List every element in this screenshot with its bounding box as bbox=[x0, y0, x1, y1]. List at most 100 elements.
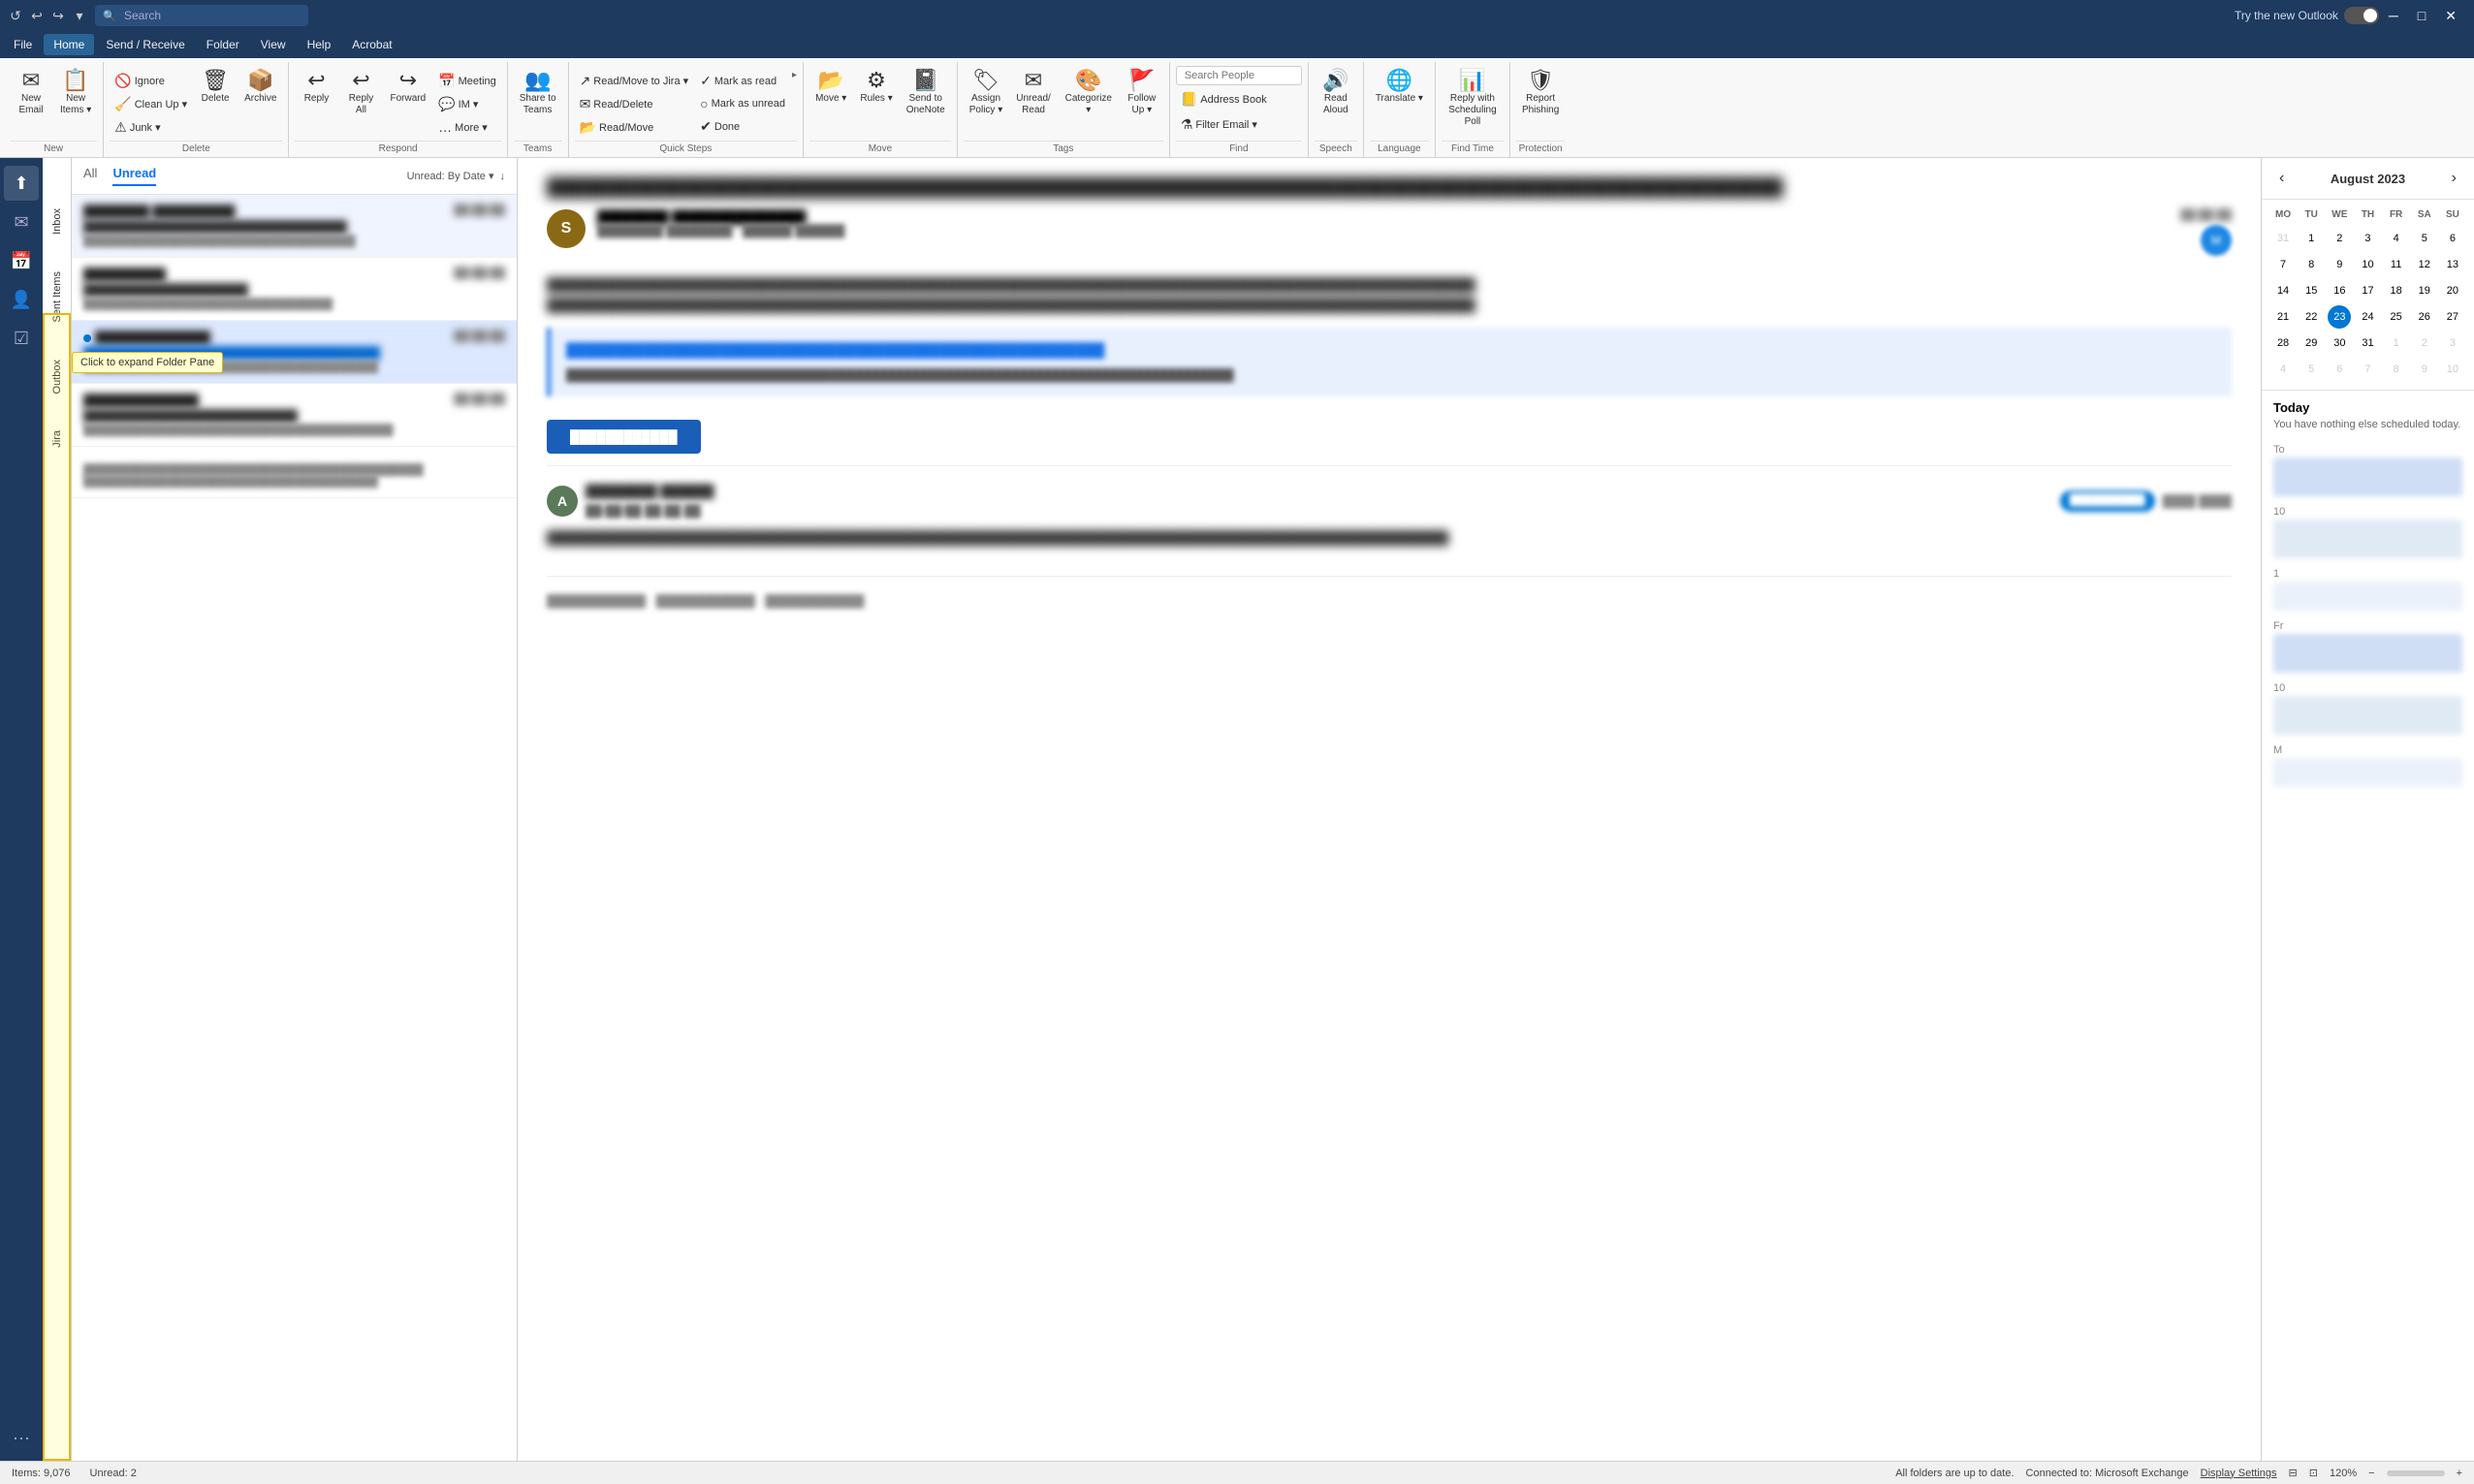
cal-cell-8-next[interactable]: 8 bbox=[2385, 358, 2408, 381]
cal-cell-18[interactable]: 18 bbox=[2385, 279, 2408, 302]
quick-steps-expand[interactable]: ▸ bbox=[792, 66, 797, 80]
menu-home[interactable]: Home bbox=[44, 34, 94, 55]
junk-button[interactable]: ⚠ Junk ▾ bbox=[110, 116, 192, 139]
calendar-prev-button[interactable]: ‹ bbox=[2273, 168, 2290, 189]
folder-label-outbox[interactable]: Outbox bbox=[51, 356, 63, 397]
cal-cell-20[interactable]: 20 bbox=[2441, 279, 2464, 302]
view-icon-2[interactable]: ⊡ bbox=[2309, 1467, 2318, 1479]
view-icon-1[interactable]: ⊟ bbox=[2289, 1467, 2298, 1479]
tab-all[interactable]: All bbox=[83, 166, 97, 186]
cal-cell-1-next[interactable]: 1 bbox=[2385, 332, 2408, 355]
reply-all-button[interactable]: ↩ ReplyAll bbox=[339, 66, 382, 120]
tab-unread[interactable]: Unread bbox=[112, 166, 156, 186]
cal-cell-21[interactable]: 21 bbox=[2271, 305, 2295, 329]
filter-email-button[interactable]: ⚗ Filter Email ▾ bbox=[1176, 113, 1262, 136]
cal-cell-4[interactable]: 4 bbox=[2385, 227, 2408, 250]
cal-cell-6[interactable]: 6 bbox=[2441, 227, 2464, 250]
email-item-5[interactable]: ████████████████████████████████████████… bbox=[72, 447, 517, 498]
search-people-input[interactable] bbox=[1176, 66, 1302, 85]
folder-label-jira[interactable]: Jira bbox=[51, 426, 63, 452]
reply-button[interactable]: ↩ Reply bbox=[295, 66, 337, 109]
cal-cell-7[interactable]: 7 bbox=[2271, 253, 2295, 276]
menu-help[interactable]: Help bbox=[298, 34, 341, 55]
menu-send-receive[interactable]: Send / Receive bbox=[96, 34, 194, 55]
cal-cell-15[interactable]: 15 bbox=[2300, 279, 2323, 302]
email-item-1[interactable]: ████████ ██████████ ██/██/██ ███████████… bbox=[72, 195, 517, 258]
cal-cell-19[interactable]: 19 bbox=[2413, 279, 2436, 302]
cal-cell-13[interactable]: 13 bbox=[2441, 253, 2464, 276]
display-settings-button[interactable]: Display Settings bbox=[2201, 1468, 2277, 1479]
share-teams-button[interactable]: 👥 Share toTeams bbox=[514, 66, 562, 120]
search-input[interactable] bbox=[95, 5, 308, 26]
new-email-button[interactable]: ✉ NewEmail bbox=[10, 66, 52, 120]
cal-cell-6-next[interactable]: 6 bbox=[2328, 358, 2351, 381]
forward-button[interactable]: ↪ Forward bbox=[384, 66, 431, 109]
menu-file[interactable]: File bbox=[4, 34, 42, 55]
calendar-next-button[interactable]: › bbox=[2446, 168, 2462, 189]
im-button[interactable]: 💬 IM ▾ bbox=[433, 93, 501, 115]
move-button[interactable]: 📂 Move ▾ bbox=[809, 66, 852, 109]
cal-cell-28[interactable]: 28 bbox=[2271, 332, 2295, 355]
refresh-icon[interactable]: ↺ bbox=[8, 8, 23, 24]
cal-cell-9[interactable]: 9 bbox=[2328, 253, 2351, 276]
more-button[interactable]: … More ▾ bbox=[433, 116, 501, 138]
cal-cell-30[interactable]: 30 bbox=[2328, 332, 2351, 355]
cal-cell-31-prev[interactable]: 31 bbox=[2271, 227, 2295, 250]
cal-cell-22[interactable]: 22 bbox=[2300, 305, 2323, 329]
cal-cell-12[interactable]: 12 bbox=[2413, 253, 2436, 276]
cal-cell-29[interactable]: 29 bbox=[2300, 332, 2323, 355]
customize-icon[interactable]: ▾ bbox=[72, 8, 87, 24]
cal-cell-8[interactable]: 8 bbox=[2300, 253, 2323, 276]
clean-up-button[interactable]: 🧹 Clean Up ▾ bbox=[110, 93, 192, 115]
unread-read-button[interactable]: ✉ Unread/Read bbox=[1010, 66, 1057, 120]
nav-mail-icon[interactable]: ✉ bbox=[4, 205, 39, 239]
cal-cell-24[interactable]: 24 bbox=[2356, 305, 2379, 329]
folder-label-sent[interactable]: Sent Items bbox=[51, 268, 63, 327]
folder-label-inbox[interactable]: Inbox bbox=[51, 205, 63, 238]
archive-button[interactable]: 📦 Archive bbox=[238, 66, 282, 109]
folder-expand-tooltip[interactable]: Click to expand Folder Pane bbox=[72, 352, 223, 373]
read-move-button[interactable]: 📂 Read/Move bbox=[575, 116, 694, 139]
meeting-button[interactable]: 📅 Meeting bbox=[433, 70, 501, 92]
cal-cell-17[interactable]: 17 bbox=[2356, 279, 2379, 302]
read-move-jira-button[interactable]: ↗ Read/Move to Jira ▾ bbox=[575, 70, 694, 92]
cal-cell-4-next[interactable]: 4 bbox=[2271, 358, 2295, 381]
new-items-button[interactable]: 📋 NewItems ▾ bbox=[54, 66, 97, 120]
menu-acrobat[interactable]: Acrobat bbox=[342, 34, 401, 55]
assign-policy-button[interactable]: 🏷 AssignPolicy ▾ bbox=[964, 66, 1008, 120]
rules-button[interactable]: ⚙ Rules ▾ bbox=[854, 66, 898, 109]
cal-cell-31[interactable]: 31 bbox=[2356, 332, 2379, 355]
try-new-toggle[interactable] bbox=[2344, 7, 2379, 24]
ignore-button[interactable]: 🚫 Ignore bbox=[110, 70, 192, 92]
cal-cell-26[interactable]: 26 bbox=[2413, 305, 2436, 329]
categorize-button[interactable]: 🎨 Categorize ▾ bbox=[1059, 66, 1119, 120]
delete-button[interactable]: 🗑 Delete bbox=[194, 66, 237, 109]
zoom-in-icon[interactable]: + bbox=[2457, 1468, 2462, 1479]
email-cta-button[interactable]: ████████████ bbox=[547, 420, 701, 454]
mark-as-read-button[interactable]: ✓ Mark as read bbox=[695, 70, 790, 92]
send-onenote-button[interactable]: 📓 Send toOneNote bbox=[901, 66, 951, 120]
cal-cell-27[interactable]: 27 bbox=[2441, 305, 2464, 329]
cal-cell-3[interactable]: 3 bbox=[2356, 227, 2379, 250]
cal-cell-2-next[interactable]: 2 bbox=[2413, 332, 2436, 355]
email-item-2[interactable]: ██████████ ██/██/██ ████████████████████… bbox=[72, 258, 517, 321]
redo-icon[interactable]: ↪ bbox=[50, 8, 66, 24]
cal-cell-2[interactable]: 2 bbox=[2328, 227, 2351, 250]
nav-cursor-icon[interactable]: ⬆ bbox=[4, 166, 39, 201]
cal-cell-10-next[interactable]: 10 bbox=[2441, 358, 2464, 381]
menu-view[interactable]: View bbox=[251, 34, 296, 55]
cal-cell-7-next[interactable]: 7 bbox=[2356, 358, 2379, 381]
zoom-out-icon[interactable]: − bbox=[2368, 1468, 2374, 1479]
cal-cell-3-next[interactable]: 3 bbox=[2441, 332, 2464, 355]
cal-cell-25[interactable]: 25 bbox=[2385, 305, 2408, 329]
done-button[interactable]: ✔ Done bbox=[695, 115, 790, 138]
email-item-4[interactable]: ██████████████ ██/██/██ ████████████████… bbox=[72, 384, 517, 447]
cal-cell-14[interactable]: 14 bbox=[2271, 279, 2295, 302]
read-delete-button[interactable]: ✉ Read/Delete bbox=[575, 93, 694, 115]
minimize-button[interactable]: ─ bbox=[2379, 4, 2408, 28]
nav-calendar-icon[interactable]: 📅 bbox=[4, 243, 39, 278]
close-button[interactable]: ✕ bbox=[2435, 4, 2466, 28]
nav-more-icon[interactable]: ⋯ bbox=[9, 1425, 34, 1453]
cal-cell-16[interactable]: 16 bbox=[2328, 279, 2351, 302]
cal-cell-1[interactable]: 1 bbox=[2300, 227, 2323, 250]
